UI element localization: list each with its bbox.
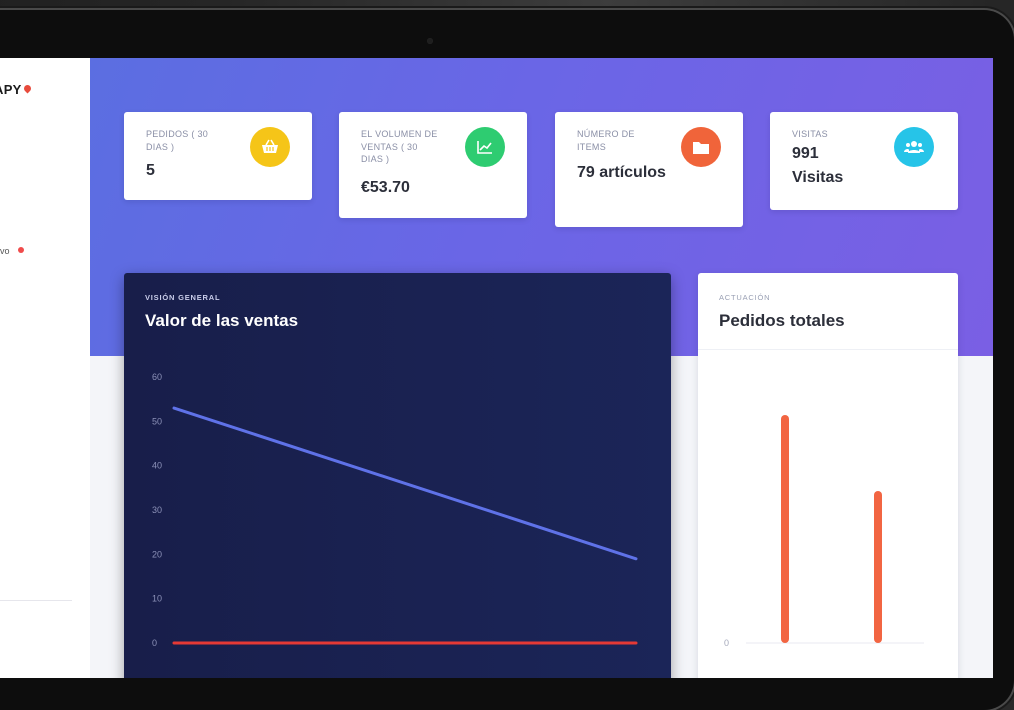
status-indicator: ivo xyxy=(0,246,24,256)
performance-panel: ACTUACIÓN Pedidos totales 0 xyxy=(698,273,958,678)
y-tick-label: 40 xyxy=(152,461,162,471)
y-tick-label: 0 xyxy=(724,638,729,648)
status-dot-icon xyxy=(17,247,24,253)
stat-card-orders[interactable]: PEDIDOS ( 30 DIAS ) 5 xyxy=(124,112,312,200)
basket-icon xyxy=(250,127,290,167)
stat-label: PEDIDOS ( 30 DIAS ) xyxy=(146,129,209,152)
stat-value: 991 Visitas xyxy=(792,145,844,186)
sales-line-chart: 0 10 20 30 40 50 60 xyxy=(152,372,638,648)
stat-card-visits[interactable]: VISITAS 991 Visitas xyxy=(770,112,958,210)
bar xyxy=(874,491,882,643)
stat-card-items[interactable]: NÚMERO DE ITEMS 79 artículos xyxy=(555,112,743,227)
overview-panel: VISIÓN GENERAL Valor de las ventas 0 10 20… xyxy=(124,273,671,678)
y-tick-label: 50 xyxy=(152,416,162,426)
status-label: ivo xyxy=(0,246,10,256)
stat-value: €53.70 xyxy=(361,179,410,196)
logo-text: APY xyxy=(0,82,22,97)
series-line xyxy=(172,406,638,561)
map-pin-icon xyxy=(22,83,33,94)
folder-icon xyxy=(681,127,721,167)
screen: APY ivo PEDIDOS ( 30 DIAS ) 5 EL VOLUMEN… xyxy=(0,58,993,678)
y-tick-label: 20 xyxy=(152,549,162,559)
bar xyxy=(781,415,789,643)
stat-label: NÚMERO DE ITEMS xyxy=(577,129,635,152)
stat-card-sales-volume[interactable]: EL VOLUMEN DE VENTAS ( 30 DIAS ) €53.70 xyxy=(339,112,527,218)
stat-value: 79 artículos xyxy=(577,164,666,181)
y-tick-label: 60 xyxy=(152,372,162,382)
y-tick-label: 30 xyxy=(152,505,162,515)
sidebar: APY ivo xyxy=(0,58,90,678)
camera-dot xyxy=(427,38,433,44)
sidebar-divider xyxy=(0,600,72,601)
y-tick-label: 10 xyxy=(152,594,162,604)
stat-label: VISITAS xyxy=(792,129,828,139)
chart-line-icon xyxy=(465,127,505,167)
stat-value: 5 xyxy=(146,162,155,179)
stat-label: EL VOLUMEN DE VENTAS ( 30 DIAS ) xyxy=(361,129,438,164)
main-content: PEDIDOS ( 30 DIAS ) 5 EL VOLUMEN DE VENT… xyxy=(90,58,993,678)
logo[interactable]: APY xyxy=(0,82,33,97)
orders-bar-chart: 0 xyxy=(724,415,924,648)
users-icon xyxy=(894,127,934,167)
y-tick-label: 0 xyxy=(152,638,157,648)
